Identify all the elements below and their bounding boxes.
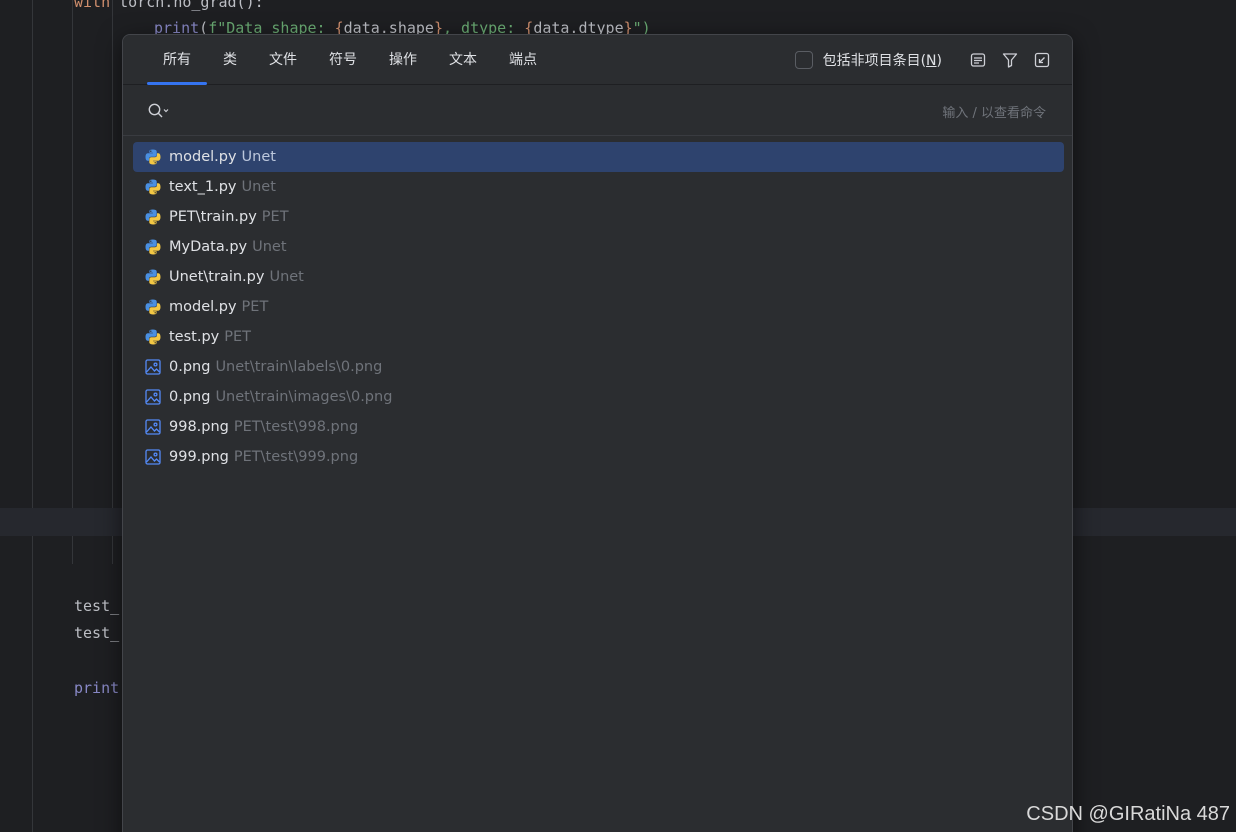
- result-name: 999.png: [169, 449, 229, 465]
- popup-header: 所有 类 文件 符号 操作 文本 端点 包括非项目条目(N): [123, 35, 1072, 85]
- result-name: Unet\train.py: [169, 269, 265, 285]
- search-row: 输入 / 以查看命令: [123, 86, 1072, 136]
- result-name: PET\train.py: [169, 209, 257, 225]
- result-row[interactable]: text_1.py Unet: [133, 172, 1064, 202]
- header-actions: 包括非项目条目(N): [794, 35, 1058, 85]
- code-line-test-2: test_: [74, 624, 120, 642]
- indent-guide: [32, 0, 33, 832]
- checkbox-label-text: 包括非项目条目: [822, 53, 921, 69]
- tab-all[interactable]: 所有: [147, 35, 207, 85]
- result-row[interactable]: 999.png PET\test\999.png: [133, 442, 1064, 472]
- search-input[interactable]: [179, 98, 1039, 124]
- result-name: 998.png: [169, 419, 229, 435]
- mnemonic-paren: ): [936, 53, 942, 69]
- image-file-icon: [144, 448, 162, 466]
- preview-icon[interactable]: [962, 44, 994, 76]
- result-location: Unet: [269, 269, 304, 285]
- python-file-icon: [144, 298, 162, 316]
- result-location: PET: [224, 329, 252, 345]
- indent-guide: [112, 0, 113, 564]
- result-row[interactable]: test.py PET: [133, 322, 1064, 352]
- tab-actions[interactable]: 操作: [373, 35, 433, 85]
- result-location: Unet: [241, 179, 276, 195]
- result-location: Unet: [241, 149, 276, 165]
- result-name: model.py: [169, 149, 237, 165]
- search-icon[interactable]: [147, 102, 169, 120]
- mnemonic-key: N: [926, 53, 937, 69]
- result-name: MyData.py: [169, 239, 248, 255]
- result-row[interactable]: 0.png Unet\train\labels\0.png: [133, 352, 1064, 382]
- result-location: Unet\train\images\0.png: [215, 389, 393, 405]
- search-everywhere-popup: 所有 类 文件 符号 操作 文本 端点 包括非项目条目(N) 输入 / 以查看命…: [122, 34, 1073, 832]
- watermark: CSDN @GIRatiNa 487: [1026, 803, 1230, 825]
- python-file-icon: [144, 268, 162, 286]
- result-row[interactable]: PET\train.py PET: [133, 202, 1064, 232]
- python-file-icon: [144, 328, 162, 346]
- tab-endpoints[interactable]: 端点: [493, 35, 553, 85]
- result-location: PET\test\998.png: [233, 419, 359, 435]
- result-row[interactable]: model.py PET: [133, 292, 1064, 322]
- python-file-icon: [144, 178, 162, 196]
- filter-icon[interactable]: [994, 44, 1026, 76]
- python-file-icon: [144, 238, 162, 256]
- image-file-icon: [144, 418, 162, 436]
- result-name: 0.png: [169, 359, 211, 375]
- python-file-icon: [144, 208, 162, 226]
- result-name: 0.png: [169, 389, 211, 405]
- result-name: text_1.py: [169, 179, 237, 195]
- result-location: PET\test\999.png: [233, 449, 359, 465]
- search-hint: 输入 / 以查看命令: [942, 106, 1046, 121]
- code-line-with: with torch.no_grad():: [74, 0, 264, 12]
- tab-text[interactable]: 文本: [433, 35, 493, 85]
- image-file-icon: [144, 358, 162, 376]
- tab-bar: 所有 类 文件 符号 操作 文本 端点: [147, 35, 553, 85]
- code-keyword: with: [74, 0, 111, 11]
- tab-files[interactable]: 文件: [253, 35, 313, 85]
- code-line-print-2: print: [74, 679, 120, 697]
- result-name: model.py: [169, 299, 237, 315]
- code-line-test-1: test_: [74, 597, 120, 615]
- result-location: Unet: [252, 239, 287, 255]
- result-location: PET: [241, 299, 269, 315]
- tab-classes[interactable]: 类: [207, 35, 253, 85]
- result-location: PET: [261, 209, 289, 225]
- code-text: torch.no_grad():: [110, 0, 264, 11]
- indent-guide: [72, 0, 73, 564]
- include-non-project-label[interactable]: 包括非项目条目(N): [823, 50, 942, 70]
- result-row[interactable]: MyData.py Unet: [133, 232, 1064, 262]
- include-non-project-checkbox[interactable]: [794, 51, 813, 69]
- result-name: test.py: [169, 329, 220, 345]
- python-file-icon: [144, 148, 162, 166]
- result-row[interactable]: Unet\train.py Unet: [133, 262, 1064, 292]
- result-row[interactable]: 0.png Unet\train\images\0.png: [133, 382, 1064, 412]
- tab-symbols[interactable]: 符号: [313, 35, 373, 85]
- results-list: model.py Unet text_1.py Unet PET\train.py PET…: [133, 142, 1064, 472]
- result-row[interactable]: model.py Unet: [133, 142, 1064, 172]
- result-location: Unet\train\labels\0.png: [215, 359, 383, 375]
- result-row[interactable]: 998.png PET\test\998.png: [133, 412, 1064, 442]
- open-in-window-icon[interactable]: [1026, 44, 1058, 76]
- image-file-icon: [144, 388, 162, 406]
